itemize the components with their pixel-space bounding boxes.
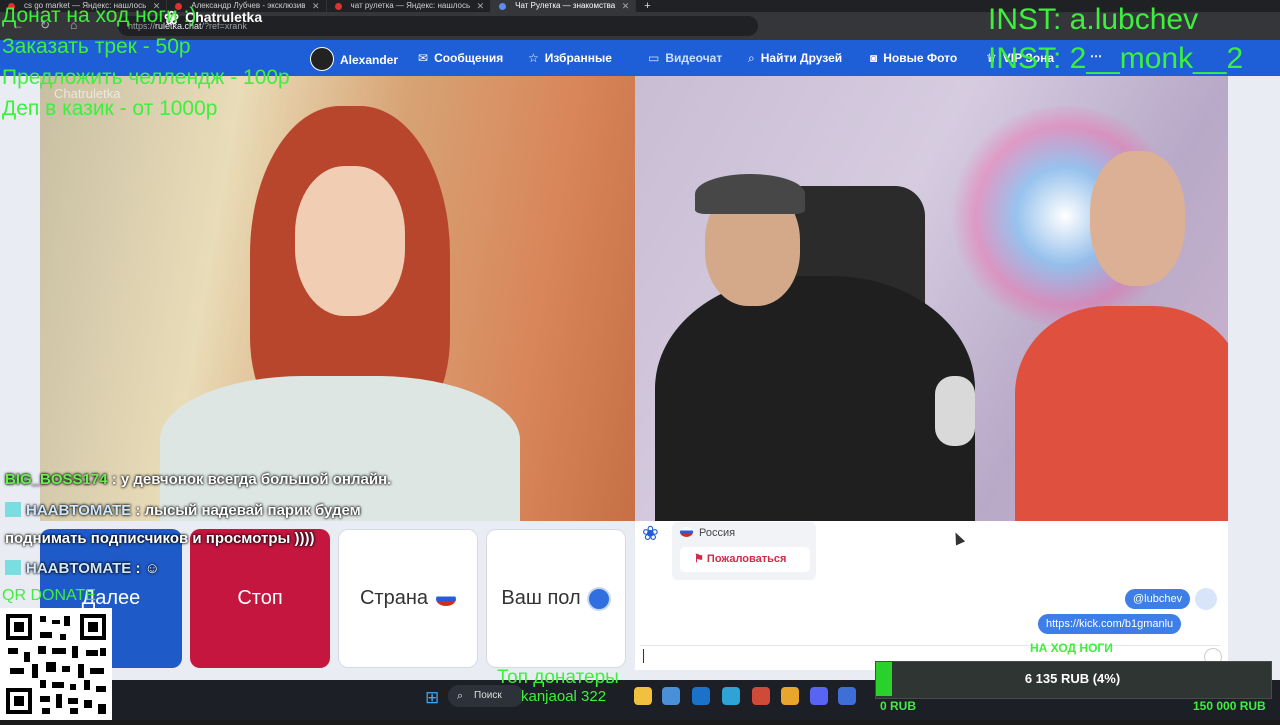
nav-label: Новые Фото (883, 51, 958, 65)
partner-country: Россия (680, 527, 735, 539)
country-button[interactable]: Страна (338, 529, 478, 668)
twitch-badge-icon (5, 502, 21, 517)
russia-flag-icon (680, 527, 693, 537)
russia-flag-icon (436, 591, 457, 606)
microphone (935, 376, 975, 446)
qr-code-icon (6, 614, 106, 714)
nav-find-friends[interactable]: ⌕ Найти Друзей (748, 51, 842, 66)
nav-profile[interactable]: Alexander (310, 47, 398, 71)
stream-chat-line: BIG_BOSS174 : у девчонок всегда большой … (5, 466, 391, 494)
yandex-icon (334, 3, 342, 10)
partner-video: Chatruletka (40, 76, 635, 521)
country-name: Россия (699, 527, 736, 539)
gender-button[interactable]: Ваш пол (486, 529, 626, 668)
nav-videochat[interactable]: ▭ Видеочат (648, 51, 722, 65)
button-label: Стоп (237, 587, 283, 609)
nav-new-photos[interactable]: ◙ Новые Фото (870, 51, 957, 65)
avatar (310, 47, 334, 71)
goal-title: НА ХОД НОГИ (1030, 641, 1113, 655)
stream-chat-line: HAABTOMATE : лысый надевай парик будем (5, 497, 361, 525)
report-button[interactable]: ⚑ Пожаловаться (680, 547, 810, 572)
camera-icon: ◙ (870, 51, 878, 65)
chat-text: поднимать подписчиков и просмотры )))) (5, 530, 315, 547)
overlay-donation-line: Заказать трек - 50р (2, 35, 191, 58)
chat-text: : у девчонок всегда большой онлайн. (111, 471, 392, 488)
edge-icon[interactable] (722, 687, 740, 705)
twitch-badge-icon (5, 560, 21, 575)
goal-amount: 6 135 RUB (4%) (1024, 671, 1121, 686)
overlay-instagram: INST: a.lubchev (988, 3, 1199, 36)
avatar (1195, 588, 1217, 610)
top-donors-title: Топ донатеры (497, 667, 619, 688)
goal-min: 0 RUB (880, 699, 917, 713)
store-icon[interactable] (662, 687, 680, 705)
outlook-icon[interactable] (692, 687, 710, 705)
close-icon[interactable]: ✕ (622, 0, 630, 12)
video-icon: ▭ (648, 51, 660, 65)
browser-tab[interactable]: чат рулетка — Яндекс: нашлось ✕ (327, 0, 492, 12)
windows-start-icon[interactable]: ⊞ (425, 688, 439, 708)
video-figure-face (295, 166, 405, 316)
mail-icon: ✉ (418, 51, 429, 65)
qr-donate-label: QR DONATE (2, 587, 96, 604)
logo-text: Chatruletka (185, 9, 263, 25)
video-figure-body (1015, 306, 1228, 521)
overlay-instagram: INST: 2__monk__2 (988, 42, 1244, 75)
chat-message: @lubchev (1125, 589, 1191, 609)
emote-icon: ☺ (144, 560, 160, 577)
nav-label: Сообщения (434, 51, 504, 65)
nav-label: Найти Друзей (760, 51, 843, 65)
text-caret (643, 649, 644, 663)
own-video (635, 76, 1228, 521)
chat-message[interactable]: https://kick.com/b1gmanlu (1038, 614, 1182, 634)
overlay-donation-line: Деп в казик - от 1000р (2, 97, 218, 120)
flag-icon: ⚑ (694, 553, 707, 565)
chatruletka-logo-icon: ❀ (642, 523, 659, 545)
chat-nick: BIG_BOSS174 (5, 471, 108, 488)
stream-chat-line: поднимать подписчиков и просмотры )))) (5, 525, 314, 553)
nav-favorites[interactable]: ☆ Избранные (528, 51, 612, 65)
tab-label: Чат Рулетка — знакомства (515, 1, 616, 10)
top-donor: kanjaoal 322 (521, 688, 607, 705)
browser-icon[interactable] (781, 687, 799, 705)
discord-icon[interactable] (810, 687, 828, 705)
tab-label: чат рулетка — Яндекс: нашлось (350, 1, 471, 10)
folder-icon[interactable] (634, 687, 652, 705)
chat-nick: HAABTOMATE (26, 502, 132, 519)
nav-label: Видеочат (665, 51, 723, 65)
nav-messages[interactable]: ✉ Сообщения (418, 51, 503, 65)
app-icon[interactable] (752, 687, 770, 705)
search-icon: ⌕ (457, 690, 464, 702)
stream-chat-line: HAABTOMATE : ☺ (5, 555, 160, 583)
qr-code (0, 608, 112, 720)
video-figure-face (1090, 151, 1185, 286)
nav-label: Избранные (544, 51, 612, 65)
chatruletka-app-icon[interactable] (838, 687, 856, 705)
chat-nick: HAABTOMATE (26, 560, 132, 577)
overlay-donation-line: Донат на ход ноги :) (2, 4, 197, 27)
button-label: Страна (359, 587, 429, 609)
user-icon (586, 586, 611, 611)
button-label: Ваш пол (501, 587, 581, 609)
button-label: Пожаловаться (706, 553, 787, 565)
close-icon[interactable]: ✕ (312, 0, 320, 12)
search-label: Поиск (474, 690, 502, 701)
video-figure-cap (695, 174, 805, 214)
chat-text: : лысый надевай парик будем (135, 502, 361, 519)
user-name: Alexander (340, 53, 399, 67)
new-tab-icon[interactable]: + (636, 0, 658, 12)
close-icon[interactable]: ✕ (477, 0, 485, 12)
browser-tab-active[interactable]: Чат Рулетка — знакомства ✕ (491, 0, 637, 12)
search-icon: ⌕ (748, 51, 755, 65)
goal-max: 150 000 RUB (1193, 699, 1266, 713)
chat-text: : (135, 560, 141, 577)
overlay-donation-line: Предложить челлендж - 100р (2, 66, 290, 89)
star-icon: ☆ (528, 51, 539, 65)
chatruletka-icon (499, 3, 507, 10)
video-figure-body (655, 276, 975, 521)
